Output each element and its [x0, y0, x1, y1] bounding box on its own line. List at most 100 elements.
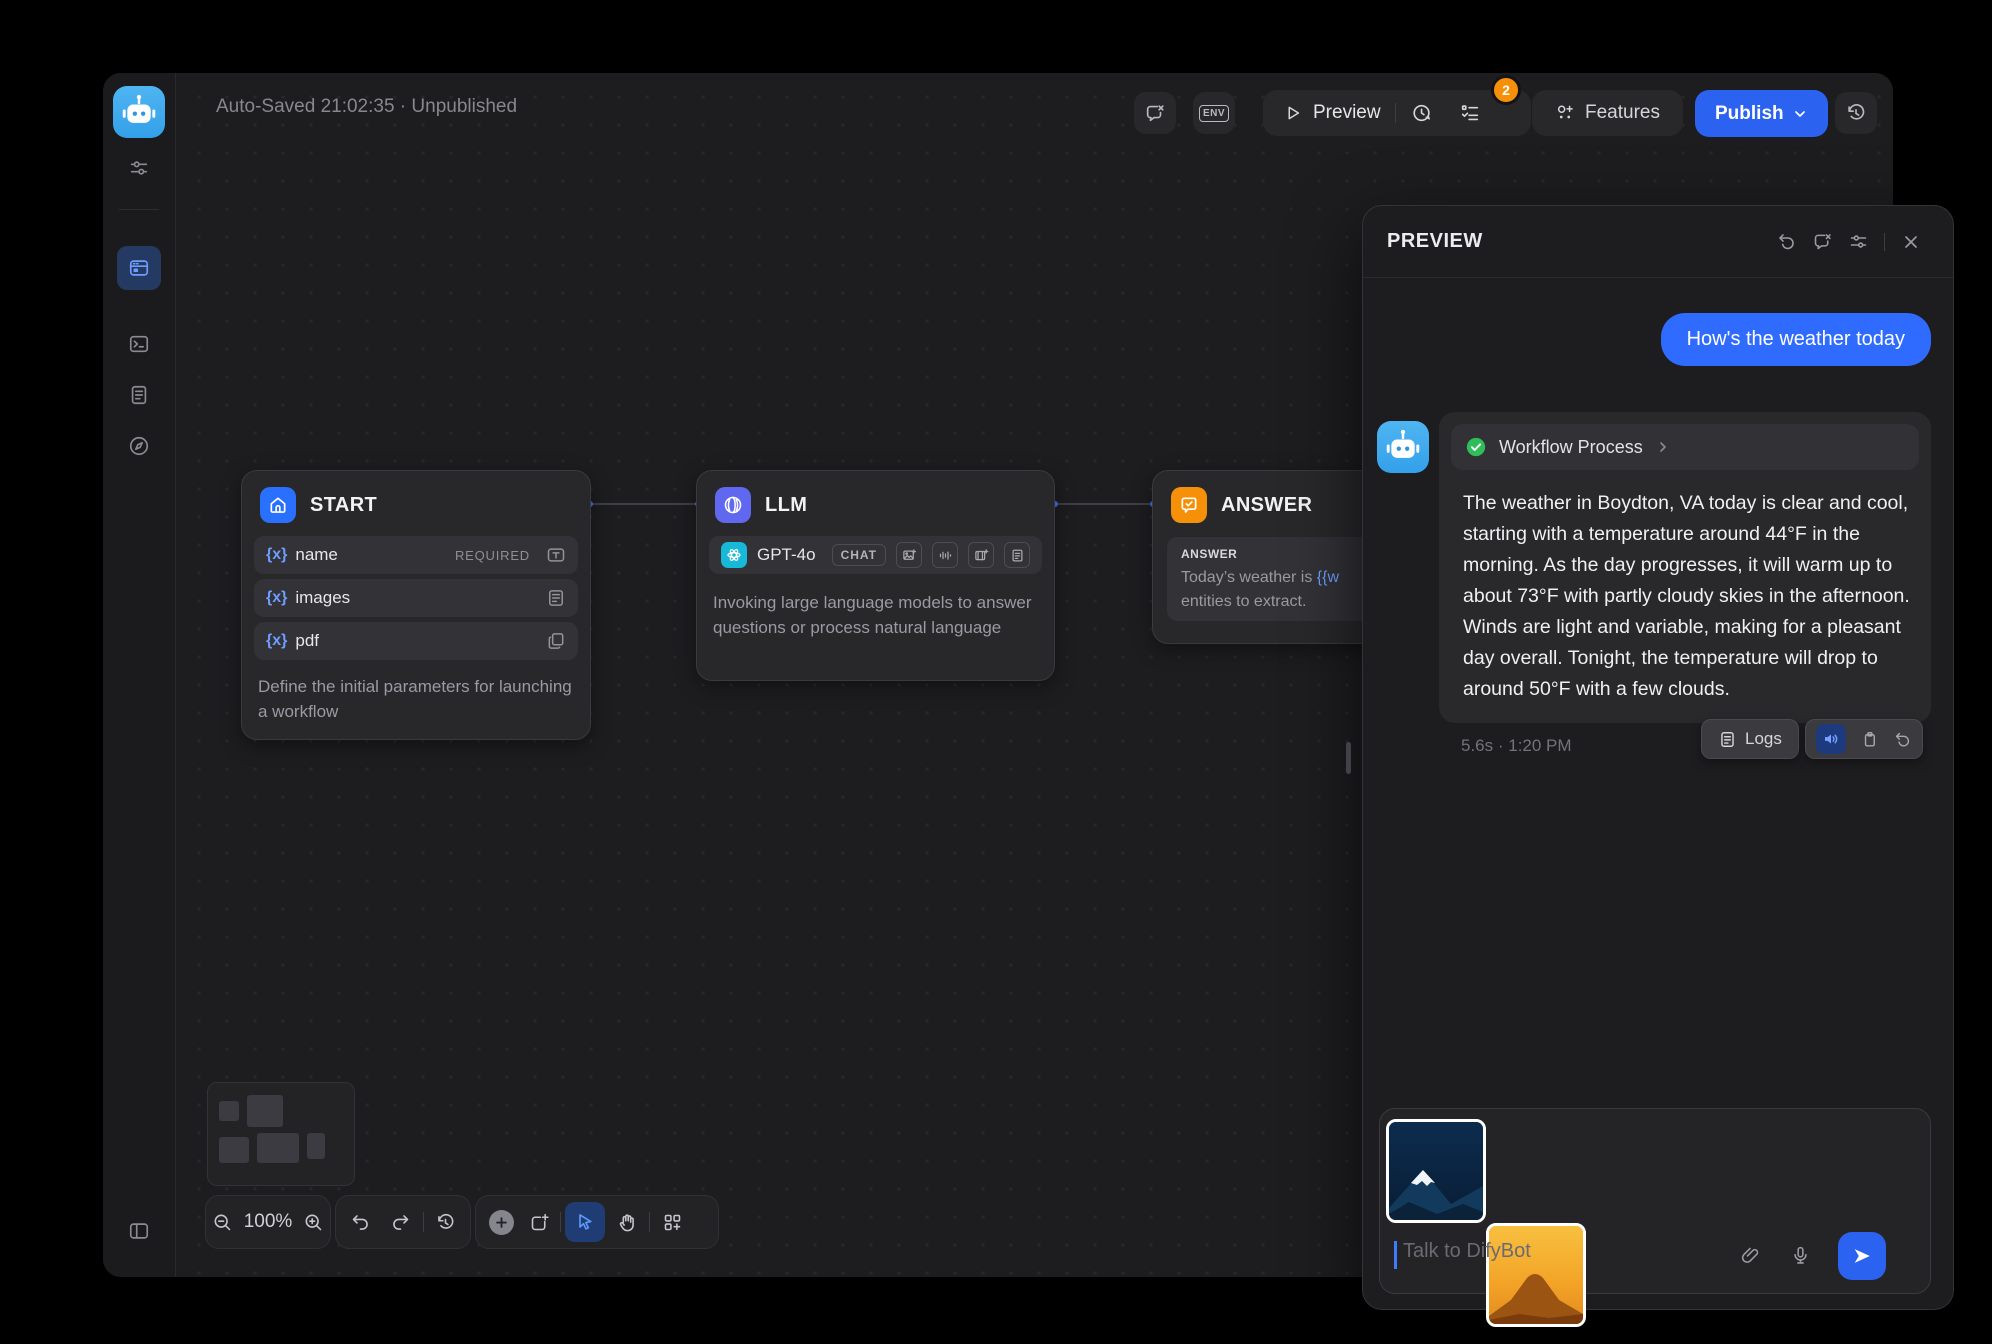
- hand-mode-button[interactable]: [609, 1202, 645, 1242]
- panel-toggle-icon: [128, 1220, 150, 1242]
- send-button[interactable]: [1838, 1232, 1886, 1280]
- edge-llm-answer: [1053, 503, 1155, 505]
- change-history-button[interactable]: [428, 1202, 464, 1242]
- openai-knot-icon: [725, 546, 743, 564]
- close-preview-button[interactable]: [1893, 224, 1929, 260]
- zoom-level[interactable]: 100%: [240, 1211, 297, 1233]
- send-icon: [1851, 1245, 1873, 1267]
- copy-button[interactable]: [1860, 730, 1879, 749]
- start-node-title: START: [310, 494, 377, 517]
- chat-input-container: [1379, 1108, 1931, 1294]
- llm-brain-icon: [722, 494, 744, 516]
- publish-button[interactable]: Publish: [1695, 90, 1828, 137]
- features-label: Features: [1585, 102, 1660, 124]
- home-icon: [268, 495, 288, 515]
- field-name: name: [295, 545, 447, 565]
- regenerate-button[interactable]: [1893, 730, 1912, 749]
- llm-node-icon-wrap: [715, 487, 751, 523]
- node-start[interactable]: START {x} name REQUIRED {x} images {x}: [241, 470, 591, 740]
- paperclip-icon: [1740, 1245, 1761, 1266]
- env-icon: ENV: [1199, 105, 1229, 122]
- attached-image-1[interactable]: [1386, 1119, 1486, 1223]
- text-input-icon: [546, 545, 566, 565]
- attach-file-button[interactable]: [1732, 1237, 1768, 1273]
- field-name: pdf: [295, 631, 538, 651]
- organize-nodes-button[interactable]: [654, 1202, 690, 1242]
- new-conversation-button[interactable]: [1804, 224, 1840, 260]
- document-capability-icon: [1004, 542, 1030, 568]
- workflow-process-toggle[interactable]: Workflow Process: [1451, 424, 1919, 470]
- speak-aloud-button[interactable]: [1816, 724, 1846, 754]
- required-tag: REQUIRED: [455, 548, 530, 563]
- node-llm[interactable]: LLM GPT-4o CHAT: [696, 470, 1055, 681]
- answer-node-icon-wrap: [1171, 487, 1207, 523]
- add-note-button[interactable]: [522, 1202, 556, 1242]
- start-node-description: Define the initial parameters for launch…: [242, 660, 590, 724]
- answer-node-title: ANSWER: [1221, 494, 1312, 517]
- terminal-icon: [128, 333, 150, 355]
- dify-workflow-app: Auto-Saved 21:02:35 · Unpublished ENV Pr…: [0, 0, 1992, 1344]
- sidebar-item-api[interactable]: [117, 322, 161, 366]
- sidebar-item-logs[interactable]: [117, 373, 161, 417]
- success-check-icon: [1465, 436, 1487, 458]
- window-icon: [128, 257, 150, 279]
- logs-label: Logs: [1745, 729, 1782, 749]
- sidebar-item-orchestrate[interactable]: [117, 246, 161, 290]
- zoom-out-button[interactable]: [206, 1202, 240, 1242]
- features-icon: [1555, 103, 1575, 123]
- zoom-in-button[interactable]: [296, 1202, 330, 1242]
- pointer-mode-button[interactable]: [565, 1202, 605, 1242]
- preview-resize-handle[interactable]: [1346, 742, 1351, 774]
- start-node-icon-wrap: [260, 487, 296, 523]
- header-divider: [1884, 233, 1885, 251]
- minimap-node: [219, 1137, 249, 1163]
- workflow-settings-button[interactable]: [117, 146, 161, 190]
- canvas-tools: [475, 1195, 719, 1249]
- hand-icon: [617, 1212, 638, 1233]
- run-history-button[interactable]: [1402, 93, 1442, 133]
- refresh-icon: [1776, 231, 1797, 252]
- redo-button[interactable]: [383, 1202, 419, 1242]
- zoom-controls: 100%: [205, 1195, 331, 1249]
- start-field-images: {x} images: [254, 579, 578, 617]
- chevron-down-icon: [1792, 106, 1808, 122]
- variable-braces-icon: {x}: [266, 632, 287, 650]
- minimap-node: [307, 1133, 325, 1159]
- features-button[interactable]: Features: [1532, 90, 1683, 136]
- edge-start-llm: [588, 503, 700, 505]
- run-history-icon: [1411, 102, 1433, 124]
- canvas-minimap[interactable]: [207, 1082, 355, 1186]
- chevron-right-icon: [1655, 439, 1671, 455]
- zoom-out-icon: [212, 1212, 233, 1233]
- audio-capability-icon: [932, 542, 958, 568]
- add-node-button[interactable]: [484, 1202, 518, 1242]
- chat-input[interactable]: [1401, 1239, 1705, 1264]
- document-icon: [128, 384, 150, 406]
- environment-variables-button[interactable]: ENV: [1193, 92, 1235, 134]
- workflow-process-label: Workflow Process: [1499, 437, 1643, 458]
- history-controls: [335, 1195, 471, 1249]
- start-field-name: {x} name REQUIRED: [254, 536, 578, 574]
- version-history-button[interactable]: [1835, 92, 1877, 134]
- preview-run-label: Preview: [1313, 102, 1381, 124]
- checklist-button[interactable]: [1450, 93, 1490, 133]
- video-capability-icon: [968, 542, 994, 568]
- preview-run-button[interactable]: Preview: [1269, 102, 1395, 124]
- llm-model-row: GPT-4o CHAT: [709, 536, 1042, 574]
- voice-input-button[interactable]: [1782, 1237, 1818, 1273]
- minimap-node: [257, 1133, 299, 1163]
- collapse-sidebar-button[interactable]: [117, 1209, 161, 1253]
- app-avatar[interactable]: [113, 86, 165, 138]
- sliders-icon: [1848, 231, 1869, 252]
- restart-conversation-button[interactable]: [1768, 224, 1804, 260]
- plus-icon: [494, 1215, 509, 1230]
- redo-icon: [390, 1212, 411, 1233]
- undo-button[interactable]: [343, 1202, 379, 1242]
- sidebar-item-monitoring[interactable]: [117, 424, 161, 468]
- conversation-settings-button[interactable]: [1840, 224, 1876, 260]
- chat-edit-icon: [1144, 102, 1166, 124]
- logs-button[interactable]: Logs: [1701, 719, 1799, 759]
- preview-panel-header: PREVIEW: [1363, 206, 1953, 278]
- open-chat-button[interactable]: [1134, 92, 1176, 134]
- mic-icon: [1790, 1245, 1811, 1266]
